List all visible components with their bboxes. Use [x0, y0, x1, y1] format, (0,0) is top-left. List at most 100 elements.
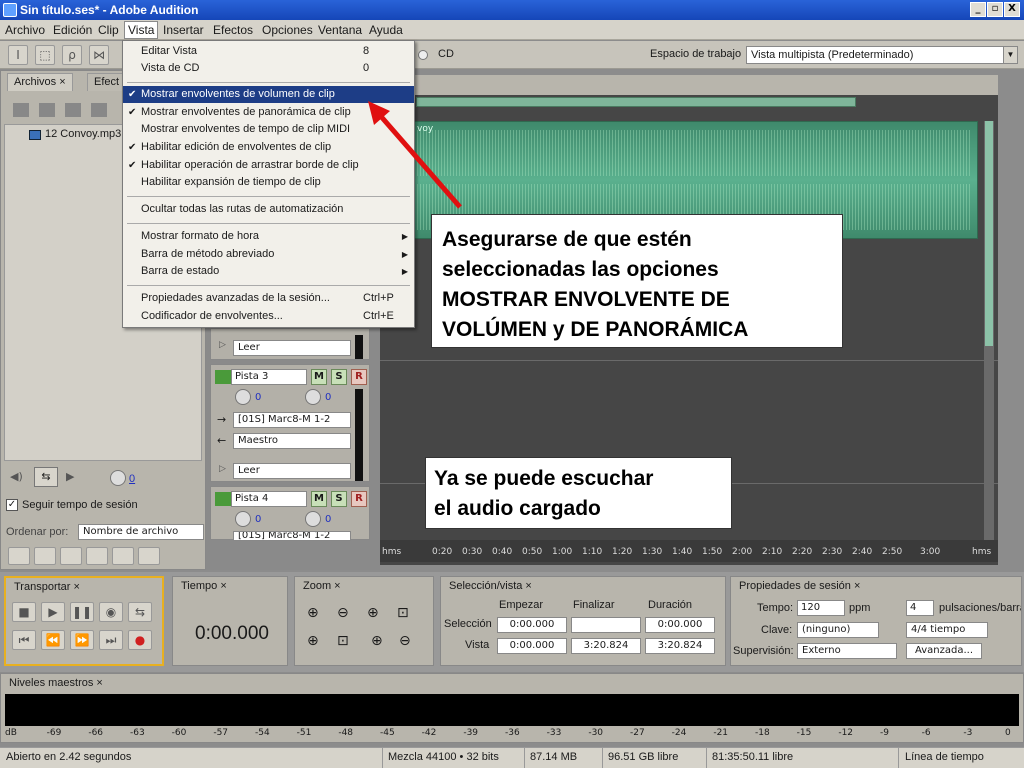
- view-icon[interactable]: [60, 547, 82, 565]
- pan-value[interactable]: 0: [325, 514, 331, 525]
- play-from-cursor-icon[interactable]: ◉: [99, 602, 123, 622]
- cd-view-icon[interactable]: [418, 50, 428, 60]
- go-to-end-icon[interactable]: ⏭: [99, 630, 123, 650]
- pan-knob[interactable]: [305, 389, 321, 405]
- menu-efectos[interactable]: Efectos: [213, 23, 253, 37]
- rewind-icon[interactable]: ⏪: [41, 630, 65, 650]
- expand-icon[interactable]: ▷: [219, 340, 226, 350]
- input-select[interactable]: [01S] Marc8-M 1-2: [233, 531, 351, 541]
- tempo-field[interactable]: 120: [797, 600, 845, 616]
- tab-archivos[interactable]: Archivos ×: [7, 73, 73, 91]
- record-arm-button[interactable]: R: [351, 491, 367, 507]
- go-to-start-icon[interactable]: ⏮: [12, 630, 36, 650]
- selection-start-field[interactable]: 0:00.000: [497, 617, 567, 633]
- view-icon[interactable]: [86, 547, 108, 565]
- menu-opciones[interactable]: Opciones: [262, 23, 313, 37]
- input-select[interactable]: [01S] Marc8-M 1-2: [233, 412, 351, 428]
- volume-knob[interactable]: [110, 470, 126, 486]
- fast-forward-icon[interactable]: ⏩: [70, 630, 94, 650]
- insert-multitrack-icon[interactable]: [65, 103, 81, 117]
- menu-insertar[interactable]: Insertar: [163, 23, 204, 37]
- close-button[interactable]: X: [1004, 2, 1020, 17]
- vertical-scrollbar[interactable]: [984, 121, 994, 541]
- solo-button[interactable]: S: [331, 491, 347, 507]
- file-item[interactable]: 12 Convoy.mp3: [45, 128, 121, 140]
- zoom-vertical-in-icon[interactable]: ⊕: [371, 633, 383, 649]
- selection-duration-field[interactable]: 0:00.000: [645, 617, 715, 633]
- solo-button[interactable]: S: [331, 369, 347, 385]
- play-small-icon[interactable]: ▶: [66, 470, 74, 483]
- menu-archivo[interactable]: Archivo: [5, 23, 45, 37]
- automation-select[interactable]: Leer: [233, 463, 351, 479]
- follow-checkbox[interactable]: ✓: [6, 499, 18, 511]
- pan-knob[interactable]: [305, 511, 321, 527]
- pause-icon[interactable]: ❚❚: [70, 602, 94, 622]
- stop-icon[interactable]: ■: [12, 602, 36, 622]
- scroll-thumb[interactable]: [985, 121, 993, 346]
- volume-value[interactable]: 0: [129, 473, 135, 485]
- insert-cd-icon[interactable]: [91, 103, 107, 117]
- mute-button[interactable]: M: [311, 369, 327, 385]
- close-file-icon[interactable]: [39, 103, 55, 117]
- zoom-in-amplitude-icon[interactable]: ⊕: [307, 605, 319, 621]
- menu-item-shortcut-bar[interactable]: Barra de método abreviado ▶: [123, 246, 414, 263]
- menu-item-status-bar[interactable]: Barra de estado ▶: [123, 263, 414, 280]
- menu-ventana[interactable]: Ventana: [318, 23, 362, 37]
- menu-item-session-properties[interactable]: Propiedades avanzadas de la sesión... Ctr…: [123, 290, 414, 307]
- volume-value[interactable]: 0: [255, 392, 261, 403]
- volume-value[interactable]: 0: [255, 514, 261, 525]
- marquee-tool-icon[interactable]: ⬚: [35, 45, 55, 65]
- zoom-in-icon[interactable]: ⊕: [367, 605, 379, 621]
- monitoring-select[interactable]: Externo: [797, 643, 897, 659]
- track-name-field[interactable]: Pista 4: [231, 491, 307, 507]
- time-signature-select[interactable]: 4/4 tiempo: [906, 622, 988, 638]
- maximize-button[interactable]: ▫: [987, 2, 1003, 17]
- lasso-tool-icon[interactable]: ρ: [62, 45, 82, 65]
- zoom-right-icon[interactable]: ⊡: [337, 633, 349, 649]
- record-icon[interactable]: ●: [128, 630, 152, 650]
- view-end-field[interactable]: 3:20.824: [571, 638, 641, 654]
- loop-icon[interactable]: ⇆: [128, 602, 152, 622]
- minimize-button[interactable]: _: [970, 2, 986, 17]
- zoom-out-amplitude-icon[interactable]: ⊖: [337, 605, 349, 621]
- view-duration-field[interactable]: 3:20.824: [645, 638, 715, 654]
- view-icon[interactable]: [34, 547, 56, 565]
- menu-item-time-format[interactable]: Mostrar formato de hora ▶: [123, 228, 414, 245]
- track-name-field[interactable]: Pista 3: [231, 369, 307, 385]
- view-start-field[interactable]: 0:00.000: [497, 638, 567, 654]
- view-icon[interactable]: [138, 547, 160, 565]
- menu-item-vista-cd[interactable]: Vista de CD 0: [123, 60, 414, 77]
- zoom-full-icon[interactable]: ⊡: [397, 605, 409, 621]
- overview-bar[interactable]: [416, 97, 856, 107]
- menu-clip[interactable]: Clip: [98, 23, 119, 37]
- menu-item-envelope-encoder[interactable]: Codificador de envolventes... Ctrl+E: [123, 308, 414, 325]
- workspace-select[interactable]: Vista multipista (Predeterminado) ▼: [746, 46, 1018, 64]
- menu-edicion[interactable]: Edición: [53, 23, 92, 37]
- volume-knob[interactable]: [235, 389, 251, 405]
- key-select[interactable]: (ninguno): [797, 622, 879, 638]
- expand-icon[interactable]: ▷: [219, 464, 226, 474]
- output-select[interactable]: Maestro: [233, 433, 351, 449]
- volume-knob[interactable]: [235, 511, 251, 527]
- time-selection-tool-icon[interactable]: I: [8, 45, 28, 65]
- hybrid-tool-icon[interactable]: ⋈: [89, 45, 109, 65]
- view-icon[interactable]: [8, 547, 30, 565]
- play-icon[interactable]: ▶: [41, 602, 65, 622]
- mute-button[interactable]: M: [311, 491, 327, 507]
- advanced-button[interactable]: Avanzada...: [906, 643, 982, 659]
- menu-vista[interactable]: Vista: [124, 21, 159, 39]
- import-icon[interactable]: [13, 103, 29, 117]
- zoom-left-icon[interactable]: ⊕: [307, 633, 319, 649]
- view-icon[interactable]: [112, 547, 134, 565]
- automation-select[interactable]: Leer: [233, 340, 351, 356]
- menu-item-editar-vista[interactable]: Editar Vista 8: [123, 43, 414, 60]
- zoom-vertical-out-icon[interactable]: ⊖: [399, 633, 411, 649]
- selection-end-field[interactable]: [571, 617, 641, 633]
- record-arm-button[interactable]: R: [351, 369, 367, 385]
- menu-ayuda[interactable]: Ayuda: [369, 23, 403, 37]
- speaker-icon[interactable]: ◀): [10, 470, 28, 484]
- loop-icon[interactable]: ⇆: [34, 467, 58, 487]
- tab-efectos[interactable]: Efect: [87, 73, 127, 91]
- sort-select[interactable]: Nombre de archivo: [78, 524, 204, 540]
- pan-value[interactable]: 0: [325, 392, 331, 403]
